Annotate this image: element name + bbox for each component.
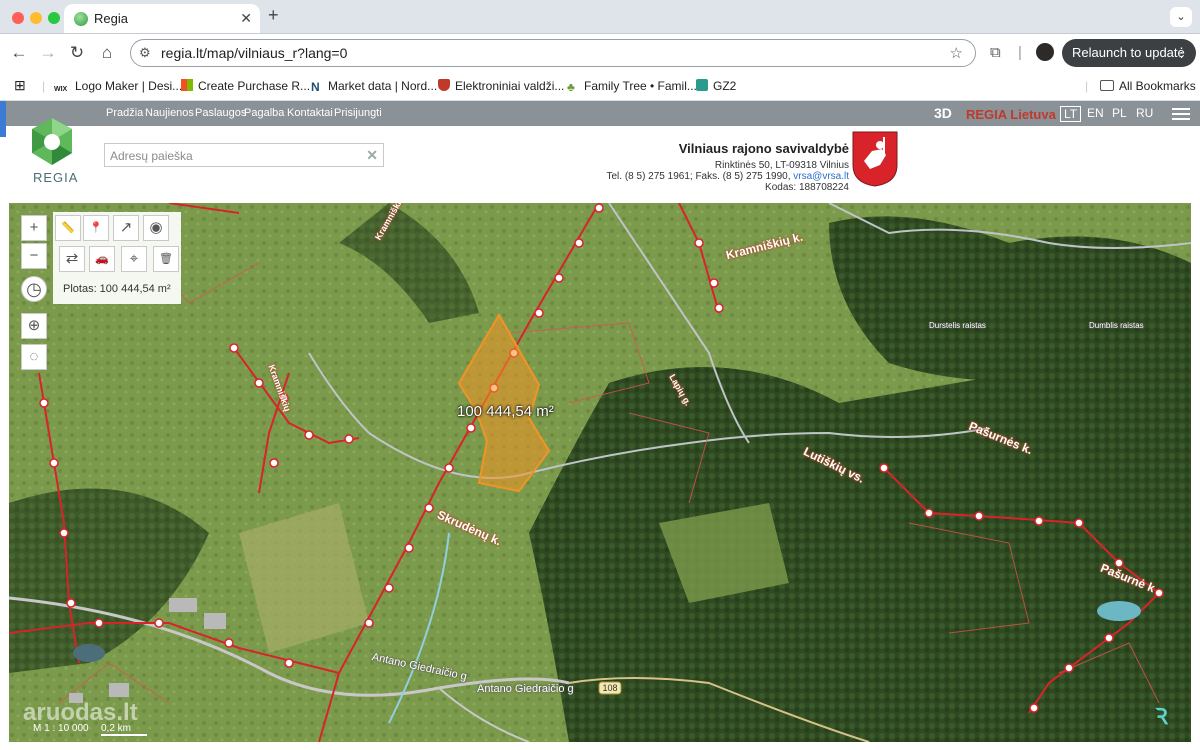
ruler-icon[interactable]: 📏 [55, 215, 81, 241]
zoom-out-button[interactable]: − [21, 243, 47, 269]
site-navigation: Pradžia Naujienos Paslaugos Pagalba Kont… [0, 101, 1200, 126]
shield-icon [438, 79, 450, 91]
forward-arrow-icon[interactable]: → [37, 43, 59, 63]
bookmark-create-purchase[interactable]: Create Purchase R... [181, 79, 310, 93]
regia-logo[interactable] [27, 117, 77, 167]
gz2-icon [696, 79, 708, 91]
lang-pl[interactable]: PL [1112, 106, 1127, 120]
close-window-button[interactable] [12, 12, 24, 24]
area-readout: Plotas: 100 444,54 m² [63, 283, 171, 295]
lang-lt[interactable]: LT [1060, 106, 1082, 122]
bookmarks-bar: ⊞ | WIX Logo Maker | Desi... Create Purch… [0, 72, 1200, 101]
address-search-input[interactable]: Adresų paieška ✕ [104, 143, 384, 167]
extensions-puzzle-icon[interactable]: ⧉ [990, 44, 1001, 61]
3d-mode-button[interactable]: 3D [934, 105, 952, 121]
more-menu-icon[interactable]: ⋮ [1175, 39, 1188, 67]
apps-grid-icon[interactable]: ⊞ [14, 77, 26, 94]
measure-line-icon[interactable]: ⇄ [59, 246, 85, 272]
regia-corner-logo-icon: Ꝛ [1155, 704, 1168, 729]
municipality-code: Kodas: 188708224 [765, 182, 849, 193]
marsh-label: Durstelis raistas [929, 321, 986, 330]
browser-toolbar: ← → ↻ ⌂ ⚙ regia.lt/map/vilniaus_r?lang=0… [0, 34, 1200, 72]
map-canvas[interactable]: 108 + − 📏 📍 ↗ ◉ ⇄ 🚗 ⌖ 🗑 Plotas: 100 444,… [9, 203, 1191, 742]
lasso-icon[interactable]: ◌ [21, 344, 47, 370]
folder-icon [1100, 80, 1114, 91]
address-bar[interactable]: ⚙ regia.lt/map/vilniaus_r?lang=0 ☆ [130, 39, 976, 67]
regia-logo-text: REGIA [33, 170, 79, 185]
bookmark-gz2[interactable]: GZ2 [696, 79, 736, 93]
scale-bar: 0,2 km [101, 723, 147, 736]
back-arrow-icon[interactable]: ← [8, 43, 30, 63]
bookmark-star-icon[interactable]: ☆ [950, 44, 963, 62]
municipality-contacts: Tel. (8 5) 275 1961; Faks. (8 5) 275 199… [606, 171, 850, 182]
target-icon[interactable]: ⊕ [21, 313, 47, 339]
municipality-name: Vilniaus rajono savivaldybė [678, 141, 849, 156]
road-label-giedraicio-2: Antano Giedraičio g [477, 683, 574, 695]
bookmark-elektroniniai[interactable]: Elektroniniai valdži... [438, 79, 564, 93]
road-number-text: 108 [602, 683, 617, 693]
lang-ru[interactable]: RU [1136, 106, 1153, 120]
tab-close-icon[interactable]: ✕ [240, 10, 252, 27]
relaunch-to-update-button[interactable]: Relaunch to update ⋮ [1062, 39, 1196, 67]
browser-tab[interactable]: Regia ✕ [64, 4, 260, 33]
reload-icon[interactable]: ↻ [66, 43, 88, 63]
tree-icon: ♣ [567, 80, 575, 94]
hamburger-menu-icon[interactable] [1172, 108, 1190, 120]
minimize-window-button[interactable] [30, 12, 42, 24]
municipality-address: Rinktinės 50, LT-09318 Vilnius [714, 160, 849, 171]
nav-prisijungti[interactable]: Prisijungti [334, 107, 382, 119]
new-tab-button[interactable]: + [268, 5, 279, 26]
nordpool-icon: N [311, 80, 320, 94]
nav-naujienos[interactable]: Naujienos [145, 107, 194, 119]
marsh-label-2: Dumblis raistas [1089, 321, 1144, 330]
bookmark-divider-2: | [1085, 79, 1089, 93]
url-text[interactable]: regia.lt/map/vilniaus_r?lang=0 [161, 45, 347, 61]
regia-favicon-icon [74, 12, 88, 26]
pond [1097, 601, 1141, 621]
clear-search-icon[interactable]: ✕ [366, 147, 378, 164]
regia-lietuva-link[interactable]: REGIA Lietuva [966, 107, 1056, 122]
parcel-area-label: 100 444,54 m² [457, 403, 554, 420]
pond-2 [73, 644, 105, 662]
car-icon[interactable]: 🚗 [89, 246, 115, 272]
area-tool-icon[interactable]: ⌖ [121, 246, 147, 272]
home-icon[interactable]: ⌂ [96, 43, 118, 63]
municipality-email-link[interactable]: vrsa@vrsa.lt [793, 171, 849, 182]
relaunch-label: Relaunch to update [1072, 45, 1185, 60]
nav-kontaktai[interactable]: Kontaktai [287, 107, 333, 119]
all-bookmarks[interactable]: All Bookmarks [1100, 79, 1196, 93]
wix-icon: WIX [54, 86, 68, 93]
zoom-in-button[interactable]: + [21, 215, 47, 241]
trash-icon[interactable]: 🗑 [153, 246, 179, 272]
profile-avatar[interactable] [1036, 43, 1054, 61]
bookmark-logo-maker[interactable]: WIX Logo Maker | Desi... [54, 79, 182, 98]
bookmark-divider: | [42, 79, 46, 93]
bookmark-market-data[interactable]: N Market data | Nord... [311, 79, 437, 94]
clock-icon[interactable]: ◷ [21, 276, 47, 302]
toolbar-divider: | [1018, 44, 1022, 61]
browser-tab-strip: Regia ✕ + ⌄ [0, 0, 1200, 34]
forest-area [529, 343, 1191, 742]
tab-title: Regia [94, 11, 128, 26]
nav-pradzia[interactable]: Pradžia [106, 107, 143, 119]
nav-pagalba[interactable]: Pagalba [244, 107, 284, 119]
record-icon[interactable]: ◉ [143, 215, 169, 241]
microsoft-icon [181, 79, 193, 91]
maximize-window-button[interactable] [48, 12, 60, 24]
site-info-icon[interactable]: ⚙ [139, 45, 151, 61]
nav-paslaugos[interactable]: Paslaugos [195, 107, 246, 119]
map-scale: M 1 : 10 000 [33, 723, 89, 734]
pin-icon[interactable]: 📍 [83, 215, 109, 241]
accent-bar [0, 101, 6, 137]
coat-of-arms-icon [852, 131, 898, 187]
search-placeholder: Adresų paieška [110, 149, 193, 163]
satellite-map[interactable]: 108 [9, 203, 1191, 742]
tab-search-chevron-icon[interactable]: ⌄ [1170, 7, 1192, 27]
share-icon[interactable]: ↗ [113, 215, 139, 241]
lang-en[interactable]: EN [1087, 106, 1104, 120]
bookmark-family-tree[interactable]: ♣ Family Tree • Famil... [567, 79, 697, 94]
